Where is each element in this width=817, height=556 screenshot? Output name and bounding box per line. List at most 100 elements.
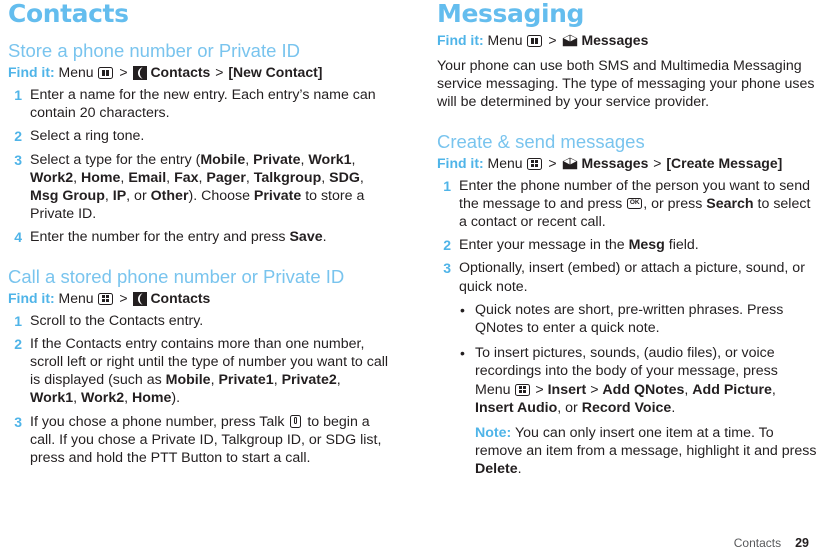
emphasis-text: Work2 — [30, 169, 74, 186]
body-text: , — [321, 169, 330, 186]
emphasis-text: Fax — [174, 169, 199, 186]
emphasis-text: Other — [150, 188, 189, 205]
findit-app-label: Messages — [581, 32, 649, 48]
emphasis-text: Add QNotes — [602, 381, 685, 398]
menu-key-icon — [515, 383, 531, 396]
emphasis-text: Mobile — [165, 372, 211, 389]
step-text: Enter your message in the Mesg field. — [459, 237, 699, 253]
step-text: Enter a name for the new entry. Each ent… — [30, 87, 376, 121]
body-text: , — [166, 169, 175, 186]
step-text: If you chose a phone number, press Talk … — [30, 414, 381, 466]
steps-list: 1 Enter the phone number of the person yo… — [437, 177, 817, 479]
body-text: . — [671, 399, 676, 416]
body-text: , — [104, 188, 113, 205]
section-heading: Store a phone number or Private ID — [8, 40, 301, 61]
emphasis-text: Private — [253, 188, 302, 205]
body-text: , — [771, 381, 776, 398]
emphasis-text: Work2 — [81, 390, 125, 407]
emphasis-text: Record Voice — [581, 399, 672, 416]
body-text: You can only insert one item at a time. … — [475, 425, 817, 460]
bullet-text: Quick notes are short, pre-written phras… — [475, 302, 783, 336]
body-text: , — [273, 372, 282, 389]
note-block: Note: You can only insert one item at a … — [475, 424, 817, 479]
findit-app-label: Messages — [581, 154, 649, 171]
findit-app-label: Contacts — [150, 289, 211, 306]
step-number: 2 — [443, 237, 451, 254]
messages-icon — [562, 157, 578, 170]
body-text: ). — [171, 390, 181, 407]
bullet-dot-icon: • — [460, 345, 465, 362]
step-item: 4 Enter the number for the entry and pres… — [8, 228, 388, 246]
bullet-item: • Quick notes are short, pre-written phra… — [459, 301, 817, 337]
step-text: Select a ring tone. — [30, 128, 144, 144]
emphasis-text: Private2 — [281, 372, 337, 389]
intro-paragraph: Your phone can use both SMS and Multimed… — [437, 58, 815, 111]
step-item: 2 Select a ring tone. — [8, 127, 388, 145]
section-create-send-messages: Create & send messages Find it: Menu > M… — [437, 130, 817, 479]
body-text: field. — [664, 237, 699, 254]
step-item: 1 Enter a name for the new entry. Each en… — [8, 86, 388, 122]
body-text: . — [517, 461, 522, 478]
step-number: 4 — [14, 229, 22, 246]
emphasis-text: Mesg — [628, 237, 665, 254]
findit-path: Find it: Menu > Contacts — [8, 289, 388, 307]
body-text: , or press — [643, 195, 707, 212]
findit-target: [New Contact] — [228, 64, 323, 80]
step-text: Enter the phone number of the person you… — [459, 178, 810, 230]
emphasis-text: Insert Audio — [475, 399, 558, 416]
step-number: 2 — [14, 335, 22, 352]
body-text: , — [124, 390, 132, 407]
body-text: , — [245, 151, 254, 168]
page-title-messaging: Messaging — [437, 0, 585, 28]
bullet-text: To insert pictures, sounds, (audio files… — [475, 345, 778, 416]
right-column: Messaging Find it: Menu > Messages Your … — [437, 0, 817, 486]
ok-key-icon: OK — [627, 197, 643, 209]
emphasis-text: Insert — [547, 381, 587, 398]
path-separator: > — [115, 289, 132, 306]
section-store-number: Store a phone number or Private ID Find … — [8, 41, 388, 247]
step-text: Enter the number for the entry and press… — [30, 229, 327, 245]
emphasis-text: Pager — [206, 169, 246, 186]
step-text: If the Contacts entry contains more than… — [30, 336, 388, 407]
body-text: , — [73, 390, 81, 407]
emphasis-text: Talkgroup — [253, 169, 322, 186]
step-number: 1 — [14, 312, 22, 329]
emphasis-text: Email — [128, 169, 167, 186]
emphasis-text: Add Picture — [692, 381, 772, 398]
section-heading: Create & send messages — [437, 130, 645, 152]
steps-list: 1 Scroll to the Contacts entry. 2 If the Co… — [8, 312, 388, 468]
findit-target: [Create Message] — [666, 154, 783, 171]
emphasis-text: Work1 — [30, 390, 74, 407]
menu-key-icon — [527, 35, 543, 47]
body-text: , — [245, 169, 254, 186]
emphasis-text: IP — [112, 188, 127, 205]
steps-list: 1 Enter a name for the new entry. Each en… — [8, 86, 388, 247]
page-footer: Contacts 29 — [734, 536, 809, 550]
contacts-icon — [133, 66, 148, 80]
bullet-dot-icon: • — [460, 301, 465, 318]
body-text: , — [73, 169, 81, 186]
talk-key-icon — [290, 414, 302, 428]
body-text: > — [586, 381, 603, 398]
path-separator: > — [544, 32, 561, 48]
emphasis-text: Search — [706, 195, 754, 212]
step-number: 3 — [14, 151, 22, 168]
body-text: ). Choose — [188, 188, 254, 205]
body-text: Enter the number for the entry and press — [30, 229, 290, 246]
emphasis-text: Save — [289, 229, 323, 246]
findit-label: Find it: — [437, 32, 484, 48]
emphasis-text: Msg Group — [30, 188, 105, 205]
body-text: Scroll to the Contacts entry. — [30, 312, 204, 329]
step-number: 2 — [14, 128, 22, 145]
step-text: Select a type for the entry (Mobile, Pri… — [30, 152, 364, 223]
menu-key-icon — [527, 157, 543, 170]
emphasis-text: Mobile — [200, 151, 246, 168]
emphasis-text: Home — [132, 390, 172, 407]
page-title-contacts: Contacts — [8, 0, 129, 28]
path-separator: > — [115, 64, 132, 80]
note-label: Note: — [475, 425, 512, 442]
section-heading: Call a stored phone number or Private ID — [8, 265, 345, 287]
body-text: , — [336, 372, 341, 389]
manual-page: Contacts Store a phone number or Private… — [0, 0, 817, 556]
footer-chapter-name: Contacts — [733, 536, 782, 550]
